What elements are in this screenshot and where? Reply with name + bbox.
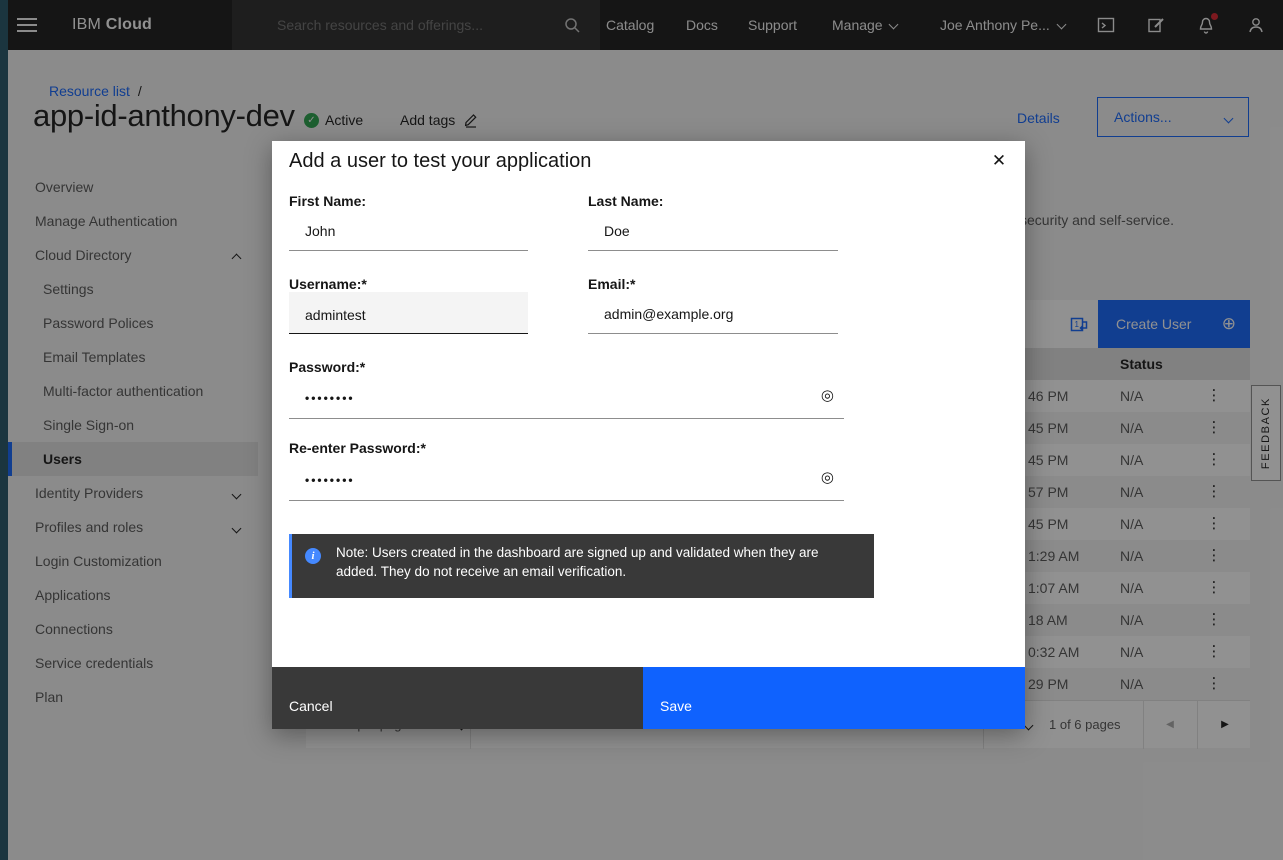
password-field[interactable] (289, 378, 844, 418)
note-text: Note: Users created in the dashboard are… (336, 543, 856, 581)
email-field[interactable] (588, 302, 838, 334)
modal-title: Add a user to test your application (289, 150, 591, 173)
password-label: Password:* (289, 359, 365, 375)
reenter-password-field-wrap: ◎ (289, 460, 844, 501)
reenter-password-label: Re-enter Password:* (289, 440, 426, 456)
view-password-icon[interactable]: ◎ (821, 468, 834, 486)
info-notification: i Note: Users created in the dashboard a… (289, 534, 874, 598)
first-name-label: First Name: (289, 193, 366, 209)
first-name-field[interactable] (289, 219, 528, 251)
reenter-password-field[interactable] (289, 460, 844, 500)
email-label: Email:* (588, 276, 635, 292)
password-field-wrap: ◎ (289, 378, 844, 419)
cancel-button[interactable]: Cancel (272, 667, 643, 729)
last-name-label: Last Name: (588, 193, 663, 209)
close-icon[interactable]: ✕ (983, 145, 1015, 177)
last-name-field[interactable] (588, 219, 838, 251)
username-field[interactable] (289, 292, 528, 334)
save-button[interactable]: Save (643, 667, 1025, 729)
info-icon: i (305, 548, 321, 564)
username-label: Username:* (289, 276, 367, 292)
view-password-icon[interactable]: ◎ (821, 386, 834, 404)
add-user-modal: ✕ Add a user to test your application Fi… (272, 141, 1025, 729)
